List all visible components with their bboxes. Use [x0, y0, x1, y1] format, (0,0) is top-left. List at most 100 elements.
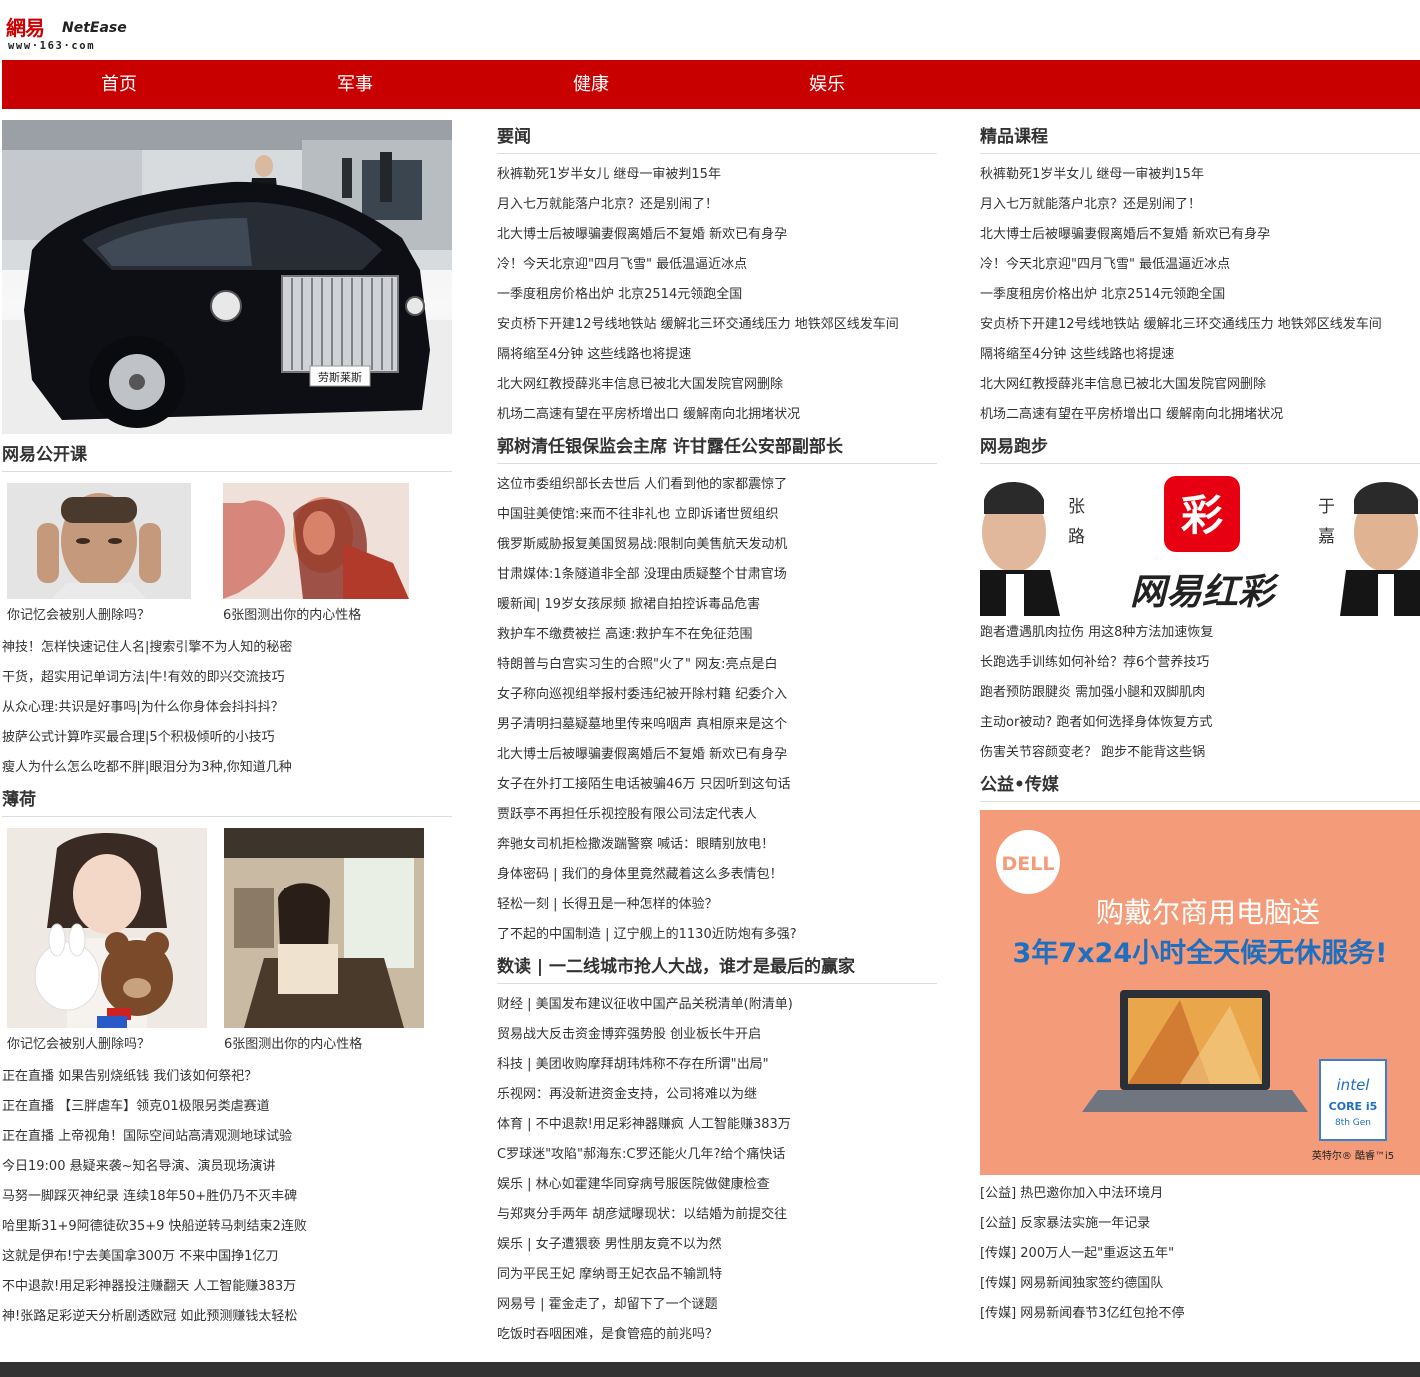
- news-link[interactable]: 北大网红教授薛兆丰信息已被北大国发院官网删除: [980, 370, 1420, 400]
- news-link[interactable]: 救护车不缴费被拦 高速:救护车不在免征范围: [497, 620, 937, 650]
- thumb-card[interactable]: 你记忆会被别人删除吗？: [7, 483, 191, 633]
- news-link[interactable]: 月入七万就能落户北京？还是别闹了！: [497, 190, 937, 220]
- news-link[interactable]: 秋裤勒死1岁半女儿 继母一审被判15年: [980, 160, 1420, 190]
- news-link[interactable]: 机场二高速有望在平房桥增出口 缓解南向北拥堵状况: [497, 400, 937, 430]
- news-link[interactable]: 瘦人为什么怎么吃都不胖|眼泪分为3种,你知道几种: [2, 753, 452, 783]
- news-link[interactable]: 机场二高速有望在平房桥增出口 缓解南向北拥堵状况: [980, 400, 1420, 430]
- nav-health[interactable]: 健康: [531, 60, 651, 109]
- thumb-card[interactable]: 6张图测出你的内心性格: [224, 828, 424, 1062]
- news-link[interactable]: 跑者预防跟腱炎 需加强小腿和双脚肌肉: [980, 678, 1420, 708]
- news-link[interactable]: 轻松一刻 | 长得丑是一种怎样的体验？: [497, 890, 937, 920]
- news-link[interactable]: 正在直播 【三胖虐车】领克01极限另类虐赛道: [2, 1092, 452, 1122]
- yaowen-title[interactable]: 要闻: [497, 120, 937, 154]
- news-link[interactable]: 这就是伊布!宁去美国拿300万 不来中国挣1亿刀: [2, 1242, 452, 1272]
- thumb-caption: 6张图测出你的内心性格: [224, 1037, 363, 1052]
- thumb-caption: 你记忆会被别人删除吗？: [7, 1037, 151, 1052]
- logo-en: NetEase: [62, 20, 127, 36]
- news-link[interactable]: 披萨公式计算咋买最合理|5个积极倾听的小技巧: [2, 723, 452, 753]
- news-link[interactable]: 特朗普与白宫实习生的合照"火了" 网友:亮点是白: [497, 650, 937, 680]
- news-link[interactable]: 俄罗斯威胁报复美国贸易战:限制向美售航天发动机: [497, 530, 937, 560]
- news-link[interactable]: 贸易战大反击资金博弈强势股 创业板长牛开启: [497, 1020, 937, 1050]
- news-link[interactable]: 一季度租房价格出炉 北京2514元领跑全国: [980, 280, 1420, 310]
- news-link[interactable]: 贾跃亭不再担任乐视控股有限公司法定代表人: [497, 800, 937, 830]
- news-link[interactable]: 女子在外打工接陌生电话被骗46万 只因听到这句话: [497, 770, 937, 800]
- news-link[interactable]: 神技！怎样快速记住人名|搜索引擎不为人知的秘密: [2, 633, 452, 663]
- news-link[interactable]: 中国驻美使馆:来而不往非礼也 立即诉诸世贸组织: [497, 500, 937, 530]
- news-link[interactable]: 乐视网：再没新进资金支持，公司将难以为继: [497, 1080, 937, 1110]
- dell-ad-banner[interactable]: DELL 购戴尔商用电脑送 3年7x24小时全天候无休服务! intel COR…: [980, 810, 1420, 1175]
- news-link[interactable]: 男子清明扫墓疑墓地里传来呜咽声 真相原来是这个: [497, 710, 937, 740]
- news-link[interactable]: 月入七万就能落户北京？还是别闹了！: [980, 190, 1420, 220]
- news-link[interactable]: C罗球迷"攻陷"郝海东:C罗还能火几年?给个痛快话: [497, 1140, 937, 1170]
- news-link[interactable]: 科技 | 美团收购摩拜胡玮炜称不存在所谓"出局": [497, 1050, 937, 1080]
- news-link[interactable]: 身体密码 | 我们的身体里竟然藏着这么多表情包！: [497, 860, 937, 890]
- news-link[interactable]: 娱乐 | 女子遭猥亵 男性朋友竟不以为然: [497, 1230, 937, 1260]
- thumb-card[interactable]: 你记忆会被别人删除吗？: [7, 828, 207, 1062]
- news-link[interactable]: 娱乐 | 林心如霍建华同穿病号服医院做健康检查: [497, 1170, 937, 1200]
- news-link[interactable]: 从众心理:共识是好事吗|为什么你身体会抖抖抖？: [2, 693, 452, 723]
- news-link[interactable]: [传媒] 200万人一起"重返这五年": [980, 1239, 1420, 1269]
- news-link[interactable]: [公益] 反家暴法实施一年记录: [980, 1209, 1420, 1239]
- run-title[interactable]: 网易跑步: [980, 430, 1420, 464]
- news-link[interactable]: 不中退款!用足彩神器投注赚翻天 人工智能赚383万: [2, 1272, 452, 1302]
- news-link[interactable]: 马努一脚踩灭神纪录 连续18年50+胜仍乃不灭丰碑: [2, 1182, 452, 1212]
- news-link[interactable]: 秋裤勒死1岁半女儿 继母一审被判15年: [497, 160, 937, 190]
- news-link[interactable]: 财经 | 美国发布建议征收中国产品关税清单(附清单): [497, 990, 937, 1020]
- news-link[interactable]: 安贞桥下开建12号线地铁站 缓解北三环交通线压力 地铁郊区线发车间: [497, 310, 937, 340]
- news-link[interactable]: 冷！今天北京迎"四月飞雪" 最低温逼近冰点: [980, 250, 1420, 280]
- thumb-card[interactable]: 6张图测出你的内心性格: [223, 483, 409, 633]
- news-link[interactable]: [公益] 热巴邀你加入中法环境月: [980, 1179, 1420, 1209]
- news-link[interactable]: 长跑选手训练如何补给？荐6个营养技巧: [980, 648, 1420, 678]
- thumb-image-man: [7, 483, 191, 599]
- news-link[interactable]: 冷！今天北京迎"四月飞雪" 最低温逼近冰点: [497, 250, 937, 280]
- news-link[interactable]: 北大博士后被曝骗妻假离婚后不复婚 新欢已有身孕: [497, 220, 937, 250]
- news-link[interactable]: [传媒] 网易新闻春节3亿红包抢不停: [980, 1299, 1420, 1329]
- news-link[interactable]: 这位市委组织部长去世后 人们看到他的家都震惊了: [497, 470, 937, 500]
- headline-2[interactable]: 郭树清任银保监会主席 许甘露任公安部副部长: [497, 430, 937, 464]
- news-link[interactable]: 伤害关节容颜变老？ 跑步不能背这些锅: [980, 738, 1420, 768]
- news-link[interactable]: 了不起的中国制造 | 辽宁舰上的1130近防炮有多强?: [497, 920, 937, 950]
- thumb-image-painting: [223, 483, 409, 599]
- news-link[interactable]: 甘肃媒体:1条隧道非全部 没理由质疑整个甘肃官场: [497, 560, 937, 590]
- run-banner-ad[interactable]: 张 路 于 嘉 彩 网易红彩: [980, 470, 1420, 616]
- news-link[interactable]: 正在直播 上帝视角！国际空间站高清观测地球试验: [2, 1122, 452, 1152]
- news-link[interactable]: 哈里斯31+9阿德徒砍35+9 快船逆转马刺结束2连败: [2, 1212, 452, 1242]
- news-link[interactable]: 跑者遭遇肌肉拉伤 用这8种方法加速恢复: [980, 618, 1420, 648]
- news-link[interactable]: 吃饭时吞咽困难，是食管癌的前兆吗？: [497, 1320, 937, 1350]
- bohe-title[interactable]: 薄荷: [2, 783, 452, 817]
- footer-bar: [0, 1362, 1420, 1377]
- news-link[interactable]: 体育 | 不中退款!用足彩神器赚疯 人工智能赚383万: [497, 1110, 937, 1140]
- gongyi-list: [公益] 热巴邀你加入中法环境月 [公益] 反家暴法实施一年记录 [传媒] 20…: [980, 1179, 1420, 1329]
- intel-logo-text: intel: [1337, 1076, 1371, 1094]
- news-link[interactable]: 主动or被动? 跑者如何选择身体恢复方式: [980, 708, 1420, 738]
- news-link[interactable]: 北大博士后被曝骗妻假离婚后不复婚 新欢已有身孕: [980, 220, 1420, 250]
- news-link[interactable]: 北大网红教授薛兆丰信息已被北大国发院官网删除: [497, 370, 937, 400]
- news-link[interactable]: 一季度租房价格出炉 北京2514元领跑全国: [497, 280, 937, 310]
- news-link[interactable]: 正在直播 如果告别烧纸钱 我们该如何祭祀？: [2, 1062, 452, 1092]
- news-link[interactable]: 网易号 | 霍金走了，却留下了一个谜题: [497, 1290, 937, 1320]
- news-link[interactable]: 隔将缩至4分钟 这些线路也将提速: [980, 340, 1420, 370]
- nav-home[interactable]: 首页: [59, 60, 179, 109]
- gongkaike-title[interactable]: 网易公开课: [2, 438, 452, 472]
- gongyi-title[interactable]: 公益•传媒: [980, 768, 1420, 802]
- news-link[interactable]: 干货，超实用记单词方法|牛!有效的即兴交流技巧: [2, 663, 452, 693]
- news-link[interactable]: 神!张路足彩逆天分析剧透欧冠 如此预测赚钱太轻松: [2, 1302, 452, 1332]
- netease-logo[interactable]: 網易 NetEase www·163·com: [6, 10, 136, 54]
- news-link[interactable]: 今日19:00 悬疑来袭~知名导演、演员现场演讲: [2, 1152, 452, 1182]
- news-link[interactable]: 北大博士后被曝骗妻假离婚后不复婚 新欢已有身孕: [497, 740, 937, 770]
- headline-3[interactable]: 数读 | 一二线城市抢人大战，谁才是最后的赢家: [497, 950, 937, 984]
- nav-entertainment[interactable]: 娱乐: [767, 60, 887, 109]
- hero-car-image[interactable]: 劳斯莱斯: [2, 120, 452, 434]
- news-link[interactable]: 女子称向巡视组举报村委违纪被开除村籍 纪委介入: [497, 680, 937, 710]
- course-title[interactable]: 精品课程: [980, 120, 1420, 154]
- news-link[interactable]: 同为平民王妃 摩纳哥王妃衣品不输凯特: [497, 1260, 937, 1290]
- news-link[interactable]: 安贞桥下开建12号线地铁站 缓解北三环交通线压力 地铁郊区线发车间: [980, 310, 1420, 340]
- nav-military[interactable]: 军事: [295, 60, 415, 109]
- intel-tag-text: 英特尔® 酷睿™i5: [1312, 1149, 1394, 1162]
- dell-ad-graphic: DELL 购戴尔商用电脑送 3年7x24小时全天候无休服务! intel COR…: [980, 810, 1420, 1175]
- news-link[interactable]: 暖新闻| 19岁女孩尿频 掀裙自拍控诉毒品危害: [497, 590, 937, 620]
- news-link[interactable]: [传媒] 网易新闻独家签约德国队: [980, 1269, 1420, 1299]
- news-link[interactable]: 与郑爽分手两年 胡彦斌曝现状：以结婚为前提交往: [497, 1200, 937, 1230]
- news-link[interactable]: 隔将缩至4分钟 这些线路也将提速: [497, 340, 937, 370]
- news-link[interactable]: 奔驰女司机拒检撒泼踹警察 喊话：眼睛别放电！: [497, 830, 937, 860]
